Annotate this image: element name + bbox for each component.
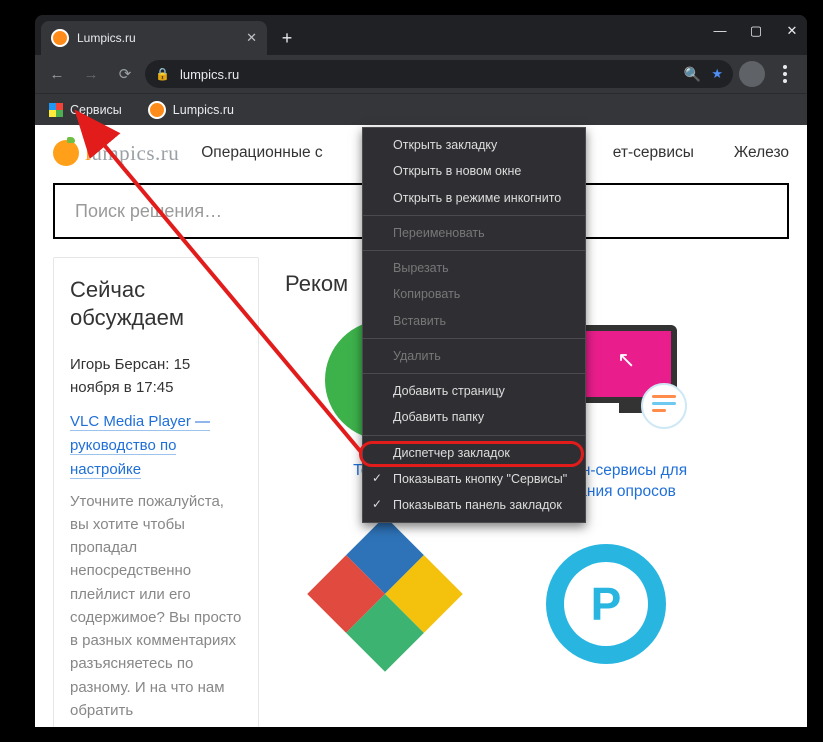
menu-button[interactable] <box>771 60 799 88</box>
ctx-separator <box>363 338 585 339</box>
discuss-meta: Игорь Берсан: 15 ноября в 17:45 <box>70 353 242 400</box>
bookmark-star-icon[interactable]: ★ <box>711 66 723 82</box>
ctx-rename: Переименовать <box>363 220 585 246</box>
forward-button[interactable]: → <box>77 60 105 88</box>
ctx-copy: Копировать <box>363 281 585 307</box>
nav-os[interactable]: Операционные с <box>201 144 322 162</box>
ctx-show-bookmarks-bar[interactable]: ✓ Показывать панель закладок <box>363 492 585 518</box>
nav-internet-services[interactable]: ет-сервисы <box>613 144 694 162</box>
ctx-open[interactable]: Открыть закладку <box>363 132 585 158</box>
window-controls: — ▢ ✕ <box>713 23 799 39</box>
discuss-heading: Сейчас обсуждаем <box>70 276 242 331</box>
ctx-delete: Удалить <box>363 343 585 369</box>
ctx-separator <box>363 373 585 374</box>
favicon-icon <box>51 29 69 47</box>
ctx-add-page[interactable]: Добавить страницу <box>363 378 585 404</box>
discuss-panel: Сейчас обсуждаем Игорь Берсан: 15 ноября… <box>53 257 259 727</box>
card-tile3[interactable] <box>285 529 485 659</box>
highlight-annotation <box>359 441 584 467</box>
new-tab-button[interactable]: + <box>273 24 301 52</box>
check-icon: ✓ <box>372 497 382 513</box>
ctx-separator <box>363 250 585 251</box>
maximize-icon[interactable]: ▢ <box>749 23 763 39</box>
tab-bar: Lumpics.ru ✕ + — ▢ ✕ <box>35 15 807 55</box>
omnibox[interactable]: 🔒 lumpics.ru 🔍 ★ <box>145 60 733 88</box>
bookmark-label: Сервисы <box>70 103 122 117</box>
ctx-open-incognito[interactable]: Открыть в режиме инкогнито <box>363 185 585 211</box>
ctx-show-services-button[interactable]: ✓ Показывать кнопку "Сервисы" <box>363 466 585 492</box>
minimize-icon[interactable]: — <box>713 23 727 39</box>
reload-button[interactable]: ⟳ <box>111 60 139 88</box>
check-icon: ✓ <box>372 471 382 487</box>
ctx-add-folder[interactable]: Добавить папку <box>363 404 585 430</box>
ctx-paste: Вставить <box>363 308 585 334</box>
apps-grid-icon <box>49 103 63 117</box>
ctx-separator <box>363 435 585 436</box>
bookmarks-bar[interactable]: Сервисы Lumpics.ru <box>35 93 807 125</box>
discuss-link[interactable]: VLC Media Player — руководство по настро… <box>70 413 210 479</box>
ctx-cut: Вырезать <box>363 255 585 281</box>
address-bar: ← → ⟳ 🔒 lumpics.ru 🔍 ★ <box>35 55 807 93</box>
p-circle-icon <box>546 544 676 644</box>
browser-tab[interactable]: Lumpics.ru ✕ <box>41 21 267 55</box>
url-text: lumpics.ru <box>180 67 674 82</box>
card-tile4[interactable] <box>511 529 711 659</box>
close-window-icon[interactable]: ✕ <box>785 23 799 39</box>
search-icon[interactable]: 🔍 <box>684 66 701 83</box>
lock-icon: 🔒 <box>155 67 170 81</box>
orange-icon <box>53 140 79 166</box>
close-tab-icon[interactable]: ✕ <box>246 30 257 46</box>
diamond-icon <box>307 516 463 672</box>
discuss-body: Уточните пожалуйста, вы хотите чтобы про… <box>70 490 242 723</box>
bookmark-lumpics[interactable]: Lumpics.ru <box>142 97 240 123</box>
ctx-open-new-window[interactable]: Открыть в новом окне <box>363 158 585 184</box>
back-button[interactable]: ← <box>43 60 71 88</box>
tab-title: Lumpics.ru <box>77 31 136 45</box>
ctx-separator <box>363 215 585 216</box>
profile-icon[interactable] <box>739 61 765 87</box>
favicon-icon <box>148 101 166 119</box>
ctx-label: Показывать панель закладок <box>393 498 562 512</box>
nav-hardware[interactable]: Железо <box>734 144 789 162</box>
bookmark-services[interactable]: Сервисы <box>43 99 128 121</box>
ctx-label: Показывать кнопку "Сервисы" <box>393 472 567 486</box>
search-placeholder: Поиск решения… <box>75 201 222 222</box>
logo-text: umpics.ru <box>91 141 179 165</box>
site-logo[interactable]: lumpics.ru <box>53 140 179 166</box>
bookmark-label: Lumpics.ru <box>173 103 234 117</box>
